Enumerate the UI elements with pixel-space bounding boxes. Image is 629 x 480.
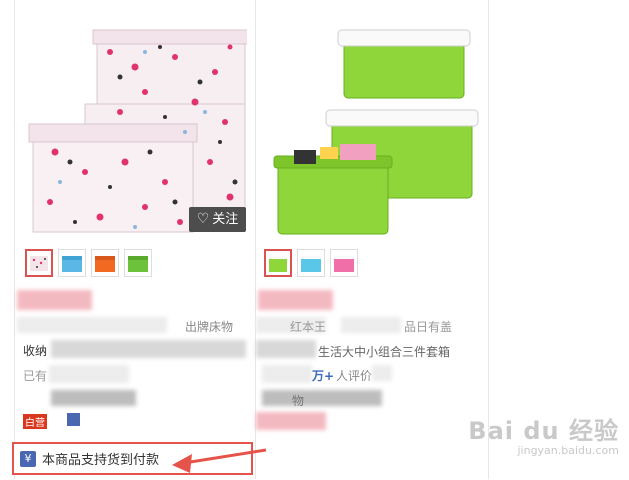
- title-snippet-line1: 红本王: [290, 320, 327, 334]
- cod-icon: ¥: [20, 450, 36, 467]
- promo-blurred: [256, 412, 326, 430]
- product-card-green-box[interactable]: 红本王 品日有盖 生活大中小组合三件套箱 万+ 人评价 物: [256, 0, 489, 479]
- review-label: 人评价: [336, 369, 373, 383]
- price-blurred: [258, 290, 333, 310]
- baidu-jingyan-watermark: Bai du 经验 jingyan.baidu.com: [468, 411, 619, 457]
- price-blurred: [17, 290, 92, 310]
- shop-icon: [67, 413, 80, 426]
- title-snippet-right: 出牌床物: [185, 320, 234, 334]
- watermark-main: Bai du 经验: [468, 417, 619, 445]
- title-line2-blurred: [256, 340, 316, 358]
- search-results-page: ♡ 关注 出牌床物 收纳 已有 白营 红本王 品日有盖 生活大中小组合三件套箱 …: [0, 0, 629, 479]
- shop-blurred: [51, 390, 136, 406]
- cod-text: 本商品支持货到付款: [42, 453, 160, 468]
- shop-blurred: [262, 390, 382, 406]
- sales-snippet: 物: [292, 394, 305, 408]
- title-line2-blurred: [51, 340, 246, 358]
- heart-outline-icon: ♡: [196, 211, 210, 227]
- title-snippet-line2: 生活大中小组合三件套箱: [318, 345, 451, 359]
- thumbnail-green[interactable]: [264, 249, 292, 277]
- reviews-tail-blurred: [372, 365, 392, 381]
- thumbnail-green[interactable]: [124, 249, 152, 277]
- thumbnail-pink-dots[interactable]: [25, 249, 53, 277]
- reviews-blurred: [49, 365, 129, 383]
- thumbnail-orange[interactable]: [91, 249, 119, 277]
- thumbnail-row: [25, 249, 152, 277]
- thumbnail-blue[interactable]: [58, 249, 86, 277]
- self-operated-badge: 白营: [23, 414, 47, 429]
- follow-button[interactable]: ♡ 关注: [189, 207, 246, 232]
- reviews-count-blurred: [262, 365, 312, 383]
- thumbnail-row: [264, 249, 358, 277]
- annotation-arrow: [172, 448, 267, 473]
- title-mid-blurred: [341, 317, 401, 333]
- product-image-green-boxes[interactable]: [264, 22, 486, 246]
- thumbnail-blue[interactable]: [297, 249, 325, 277]
- follow-label: 关注: [212, 212, 239, 227]
- thumbnail-pink[interactable]: [330, 249, 358, 277]
- title-snippet-right: 品日有盖: [404, 320, 453, 334]
- review-plus[interactable]: 万+: [312, 367, 334, 384]
- sales-snippet: 已有: [23, 369, 48, 383]
- title-snippet-line2: 收纳: [23, 344, 48, 358]
- title-line1-blurred: [17, 317, 167, 333]
- product-card-polka-dot-box[interactable]: ♡ 关注 出牌床物 收纳 已有 白营: [14, 0, 256, 479]
